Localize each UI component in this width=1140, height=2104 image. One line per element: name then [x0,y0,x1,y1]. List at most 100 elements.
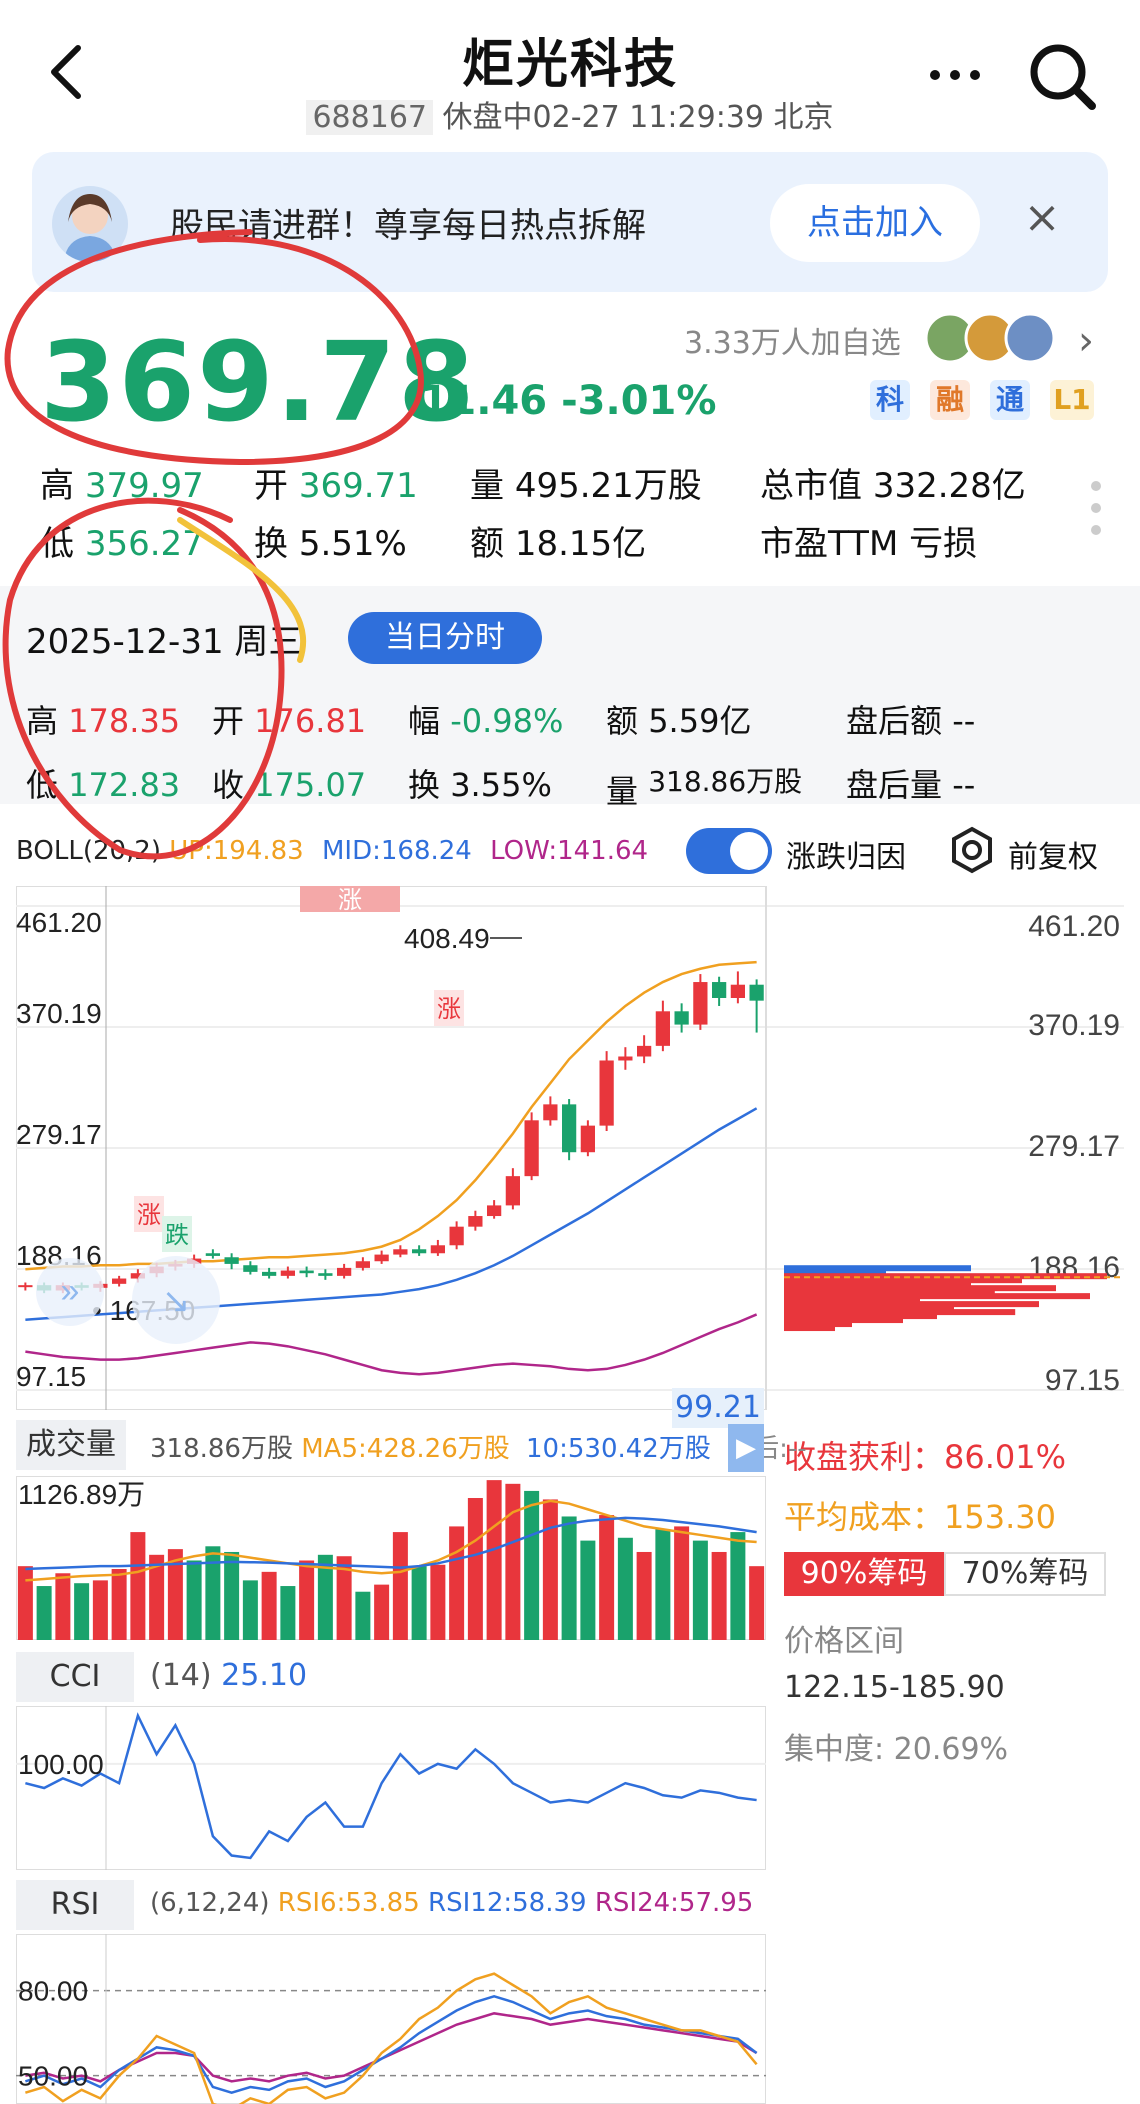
candle-body [562,1104,577,1153]
group-banner[interactable]: 股民请进群！尊享每日热点拆解 点击加入 × [32,152,1108,292]
change-amount: -11.46 [404,378,548,424]
volume-panel-title[interactable]: 成交量 [16,1420,126,1470]
volume-bar [617,1537,633,1640]
candle-body [468,1216,483,1227]
attribution-label: 涨跌归因 [786,840,906,875]
y-axis-label: 97.15 [16,1361,86,1392]
rsi-stats: (6,12,24) RSI6:53.85 RSI12:58.39 RSI24:5… [150,1888,754,1918]
candle-body [280,1270,295,1276]
candle-body [224,1257,239,1264]
volume-bar [205,1546,221,1640]
volume-bar [524,1490,540,1640]
y-axis-label: 279.17 [16,1119,102,1150]
tab-90-chips[interactable]: 90%筹码 [784,1552,944,1596]
avatar [52,186,128,262]
volume-bar [280,1586,296,1640]
volume-bar [186,1560,202,1640]
volume-bar [599,1515,615,1640]
right-axis-label: 461.20 [1028,910,1120,943]
candle-body [543,1104,558,1121]
price-tag: 99.21 [672,1388,764,1428]
volume-max-label: 1126.89万 [18,1479,145,1510]
candle-body [412,1249,427,1254]
max-price-label: 408.49 [404,923,490,954]
volume-bar [561,1516,577,1640]
watchers-count[interactable]: 3.33万人加自选 [684,318,901,362]
chevron-right-icon[interactable]: › [1078,318,1094,364]
day-after-amount: 盘后额 -- [846,702,976,740]
rsi-chart[interactable]: 80.00 50.00 [16,1934,766,2104]
candle-body [749,984,764,1001]
volume-bar [749,1566,765,1640]
rsi-50-label: 50.00 [18,2061,88,2092]
cci-chart[interactable]: 100.00 [16,1706,766,1870]
avg-cost: 平均成本：153.30 [784,1498,1056,1536]
day-close: 收 175.07 [212,766,367,804]
quote-open: 开 369.71 [254,466,418,506]
cci-frame [16,1706,766,1870]
change-percent: -3.01% [561,378,717,424]
volume-stats: 318.86万股 MA5:428.26万股 10:530.42万股 盘后:-- [150,1434,807,1464]
rsi6-line [25,1972,758,2104]
more-button[interactable] [920,50,990,100]
right-axis-label: 370.19 [1028,1009,1120,1042]
volume-bar [730,1532,746,1640]
y-axis-label: 370.19 [16,998,102,1029]
day-after-volume: 盘后量 -- [846,766,976,804]
candle-body [599,1060,614,1126]
candle-body [393,1249,408,1255]
volume-bar [655,1529,671,1640]
attribution-toggle[interactable] [686,828,772,874]
volume-bar [636,1551,652,1640]
volume-chart[interactable]: 1126.89万 [16,1476,766,1640]
candle-body [318,1273,333,1276]
cci-panel-title[interactable]: CCI [16,1652,134,1702]
volume-bar [467,1498,483,1640]
stock-code: 688167 [306,100,433,135]
volume-bar [74,1583,90,1640]
price-change: -11.46 -3.01% [404,378,716,424]
volume-bar [430,1564,446,1640]
candle-body [655,1011,670,1046]
market-status: 休盘中02-27 11:29:39 北京 [442,100,834,135]
close-banner-button[interactable]: × [1012,188,1072,248]
join-group-button[interactable]: 点击加入 [770,184,980,262]
volume-bar [542,1499,558,1640]
candle-body [637,1045,652,1057]
cci-line [25,1712,757,1860]
tab-70-chips[interactable]: 70%筹码 [944,1552,1106,1596]
settings-gear-icon[interactable] [948,826,996,874]
price-range-value: 122.15-185.90 [784,1670,1005,1705]
cci-100-label: 100.00 [18,1749,104,1780]
volume-bar [392,1532,408,1640]
candle-body [487,1205,502,1217]
boll-indicator[interactable]: BOLL(20,2) UP:194.83 MID:168.24 LOW:141.… [16,836,648,866]
rsi-panel-title[interactable]: RSI [16,1880,134,1930]
candle-body [505,1176,520,1206]
day-range: 幅 -0.98% [408,702,564,740]
expand-dots-icon[interactable] [1088,478,1104,538]
intraday-button[interactable]: 当日分时 [348,612,542,664]
expand-panel-icon[interactable]: ▶ [728,1424,764,1472]
banner-text: 股民请进群！尊享每日热点拆解 [170,206,646,246]
kline-chart[interactable]: 461.20 461.20370.19 370.19279.17 279.17188.… [16,886,1124,1410]
y-axis-label: 461.20 [16,907,102,938]
volume-bar [242,1580,258,1640]
right-axis-label: 279.17 [1028,1130,1120,1163]
search-icon [1030,44,1096,110]
volume-bar [261,1571,277,1640]
quote-turnover: 换 5.51% [254,524,407,564]
volume-bar [92,1580,108,1640]
adjust-label[interactable]: 前复权 [1008,832,1098,876]
volume-bar [374,1584,390,1640]
candle-body [430,1245,445,1254]
price-range-title: 价格区间 [784,1624,904,1659]
candle-body [618,1056,633,1061]
quote-volume: 量 495.21万股 [470,466,702,506]
rsi-frame [16,1934,766,2104]
candle-body [674,1011,689,1025]
stock-tags: 科 融 通 L1 [870,380,1100,424]
search-button[interactable] [1022,36,1102,116]
chip-bar [784,1325,835,1332]
watcher-avatars [924,312,1064,364]
